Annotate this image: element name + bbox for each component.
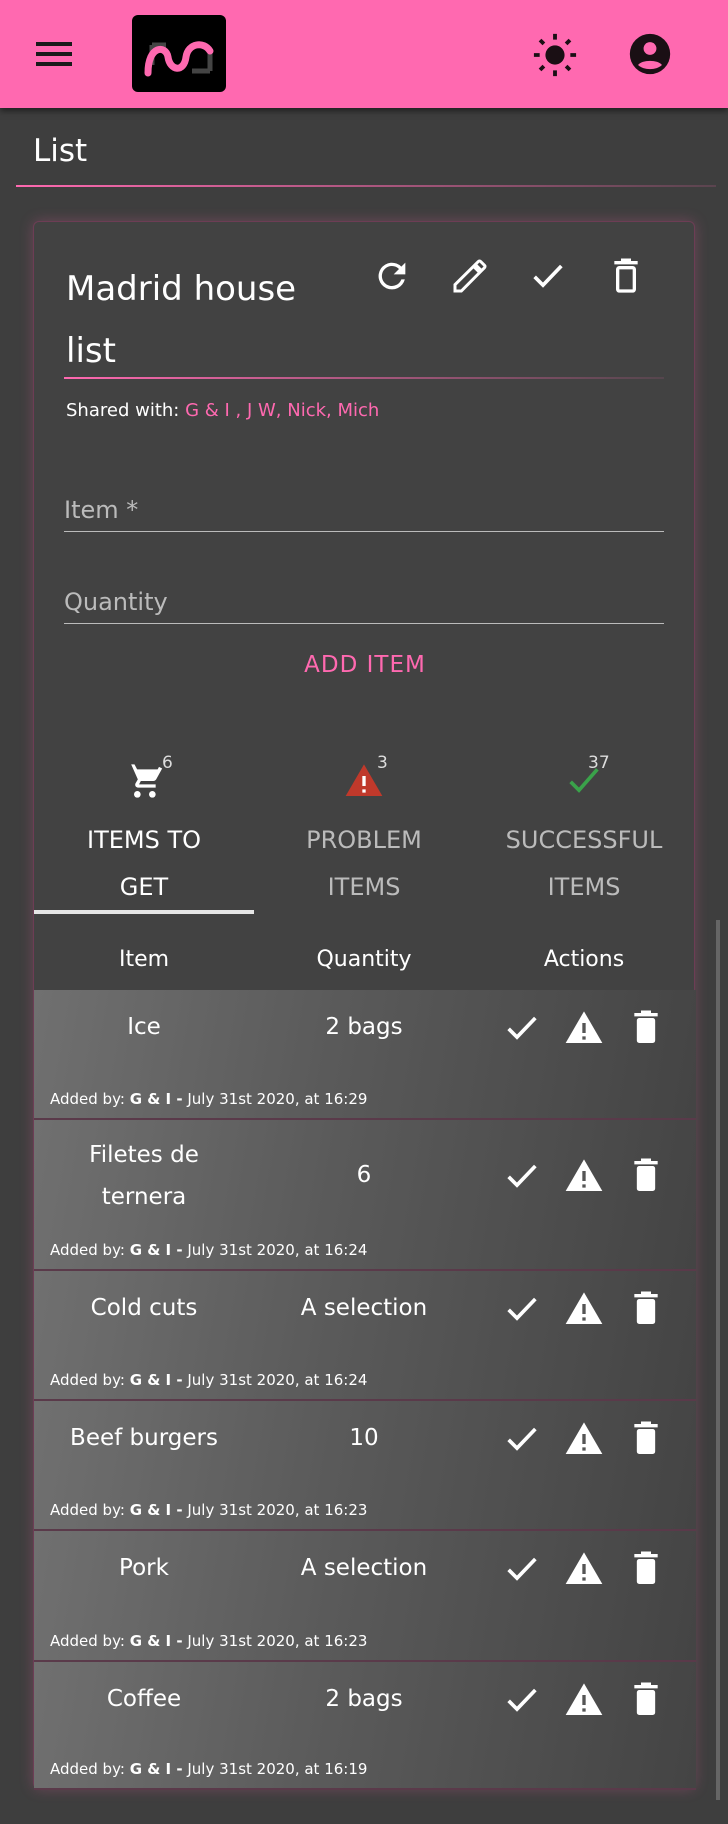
delete-icon[interactable] [626, 1680, 666, 1720]
added-date: July 31st 2020, at 16:29 [187, 1090, 368, 1108]
added-date: July 31st 2020, at 16:24 [187, 1241, 368, 1259]
table-row: Pork A selection Added by: G & I - July … [34, 1531, 696, 1662]
add-item-button[interactable]: ADD ITEM [34, 652, 696, 678]
item-quantity: 10 [349, 1425, 379, 1451]
added-by-label: Added by: [50, 1371, 125, 1389]
app-bar [0, 0, 728, 108]
check-icon[interactable] [502, 1549, 542, 1589]
check-icon[interactable] [528, 256, 568, 296]
delete-icon[interactable] [626, 1419, 666, 1459]
warning-icon[interactable] [564, 1680, 604, 1720]
check-icon[interactable] [502, 1680, 542, 1720]
table-row: Cold cuts A selection Added by: G & I - … [34, 1271, 696, 1401]
tab-count: 6 [162, 753, 173, 773]
hamburger-icon[interactable] [36, 42, 72, 66]
page-title: List [33, 133, 88, 169]
shared-with: Shared with: G & I , J W, Nick, Mich [66, 400, 379, 421]
divider [16, 185, 716, 187]
added-date: July 31st 2020, at 16:19 [187, 1760, 368, 1778]
item-name: Cold cuts [90, 1295, 198, 1321]
account-circle-icon[interactable] [628, 32, 672, 76]
delete-icon[interactable] [606, 256, 646, 296]
item-name: Coffee [106, 1686, 182, 1712]
added-by-user: G & I - [129, 1371, 183, 1389]
warning-icon[interactable] [564, 1289, 604, 1329]
shared-names[interactable]: G & I , J W, Nick, Mich [185, 400, 379, 421]
added-by: Added by: G & I - July 31st 2020, at 16:… [50, 1501, 367, 1519]
item-quantity: 2 bags [325, 1014, 403, 1040]
check-icon[interactable] [502, 1289, 542, 1329]
list-title: Madrid house list [66, 269, 297, 371]
refresh-icon[interactable] [372, 256, 412, 296]
tab-problem-items[interactable]: 3 PROBLEM ITEMS [254, 739, 474, 914]
tab-count: 37 [588, 753, 610, 773]
column-header-actions: Actions [543, 947, 625, 972]
tab-label: PROBLEM ITEMS [306, 826, 422, 901]
item-quantity: 6 [356, 1162, 372, 1188]
app-logo[interactable] [132, 15, 226, 92]
warning-icon[interactable] [564, 1008, 604, 1048]
tab-items-to-get[interactable]: 6 ITEMS TO GET [34, 739, 254, 914]
added-by-user: G & I - [129, 1760, 183, 1778]
added-by-user: G & I - [129, 1632, 183, 1650]
added-by-label: Added by: [50, 1241, 125, 1259]
item-quantity: A selection [300, 1555, 428, 1581]
added-date: July 31st 2020, at 16:23 [187, 1632, 368, 1650]
divider [64, 377, 664, 379]
pencil-icon[interactable] [450, 256, 490, 296]
table-row: Beef burgers 10 Added by: G & I - July 3… [34, 1401, 696, 1531]
added-date: July 31st 2020, at 16:24 [187, 1371, 368, 1389]
tab-label: SUCCESSFUL ITEMS [505, 826, 663, 901]
item-quantity: 2 bags [325, 1686, 403, 1712]
warning-icon[interactable] [564, 1156, 604, 1196]
check-icon[interactable] [502, 1419, 542, 1459]
list-card: Madrid house list Shared with: G & I , J… [33, 221, 696, 1790]
added-by-label: Added by: [50, 1760, 125, 1778]
delete-icon[interactable] [626, 1549, 666, 1589]
scrollbar[interactable] [716, 920, 720, 1800]
delete-icon[interactable] [626, 1289, 666, 1329]
warning-icon[interactable] [564, 1549, 604, 1589]
tab-label: ITEMS TO GET [86, 826, 202, 901]
added-by-user: G & I - [129, 1501, 183, 1519]
item-quantity: A selection [300, 1295, 428, 1321]
cart-icon [125, 764, 163, 798]
added-by: Added by: G & I - July 31st 2020, at 16:… [50, 1760, 367, 1778]
added-date: July 31st 2020, at 16:23 [187, 1501, 368, 1519]
quantity-input[interactable]: Quantity [64, 584, 664, 624]
table-row: Coffee 2 bags Added by: G & I - July 31s… [34, 1662, 696, 1790]
added-by: Added by: G & I - July 31st 2020, at 16:… [50, 1241, 367, 1259]
added-by-label: Added by: [50, 1090, 125, 1108]
column-header-item: Item [118, 947, 170, 972]
item-input[interactable]: Item * [64, 492, 664, 532]
item-name: Beef burgers [70, 1425, 218, 1451]
item-name: Ice [127, 1014, 161, 1040]
added-by-user: G & I - [129, 1090, 183, 1108]
table-row: Filetes de ternera 6 Added by: G & I - J… [34, 1120, 696, 1271]
shared-label: Shared with: [66, 400, 180, 421]
warning-icon[interactable] [564, 1419, 604, 1459]
item-name: Filetes de ternera [89, 1142, 199, 1210]
tab-count: 3 [377, 753, 388, 773]
delete-icon[interactable] [626, 1008, 666, 1048]
delete-icon[interactable] [626, 1156, 666, 1196]
column-header-quantity: Quantity [316, 947, 412, 972]
check-icon[interactable] [502, 1008, 542, 1048]
added-by: Added by: G & I - July 31st 2020, at 16:… [50, 1371, 367, 1389]
item-name: Pork [119, 1555, 169, 1581]
added-by-user: G & I - [129, 1241, 183, 1259]
tab-successful-items[interactable]: 37 SUCCESSFUL ITEMS [474, 739, 694, 914]
items-table: Ice 2 bags Added by: G & I - July 31st 2… [34, 990, 696, 1790]
added-by: Added by: G & I - July 31st 2020, at 16:… [50, 1632, 367, 1650]
sun-icon[interactable] [532, 32, 578, 78]
table-header: Item Quantity Actions [34, 947, 696, 991]
added-by-label: Added by: [50, 1501, 125, 1519]
added-by-label: Added by: [50, 1632, 125, 1650]
check-icon[interactable] [502, 1156, 542, 1196]
added-by: Added by: G & I - July 31st 2020, at 16:… [50, 1090, 367, 1108]
table-row: Ice 2 bags Added by: G & I - July 31st 2… [34, 990, 696, 1120]
